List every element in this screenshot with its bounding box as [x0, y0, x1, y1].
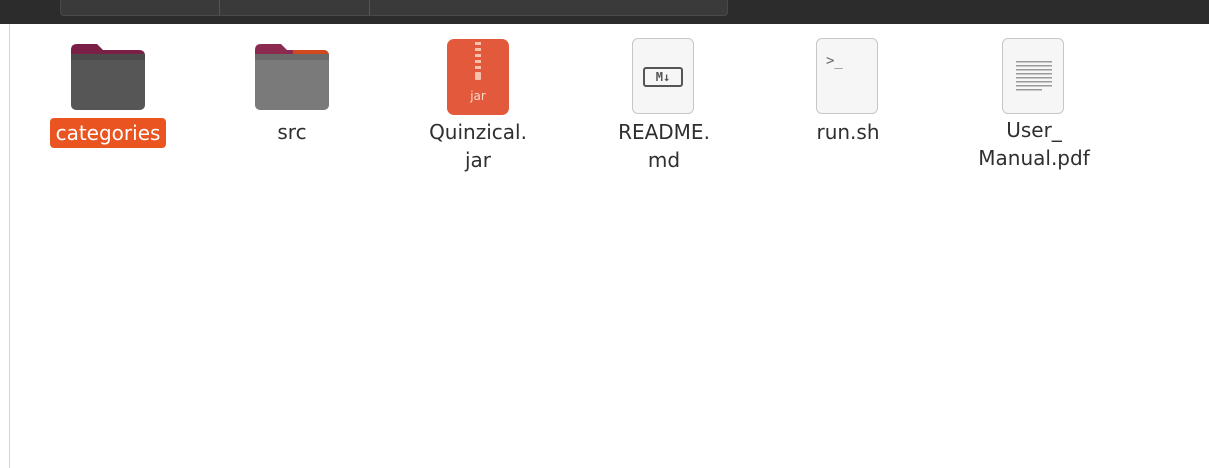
shell-prompt: >_: [826, 53, 843, 69]
file-name: Quinzical. jar: [429, 120, 527, 172]
file-grid: categories src jar Quinzical. jar M↓ REA…: [0, 24, 1209, 468]
file-item-src[interactable]: src: [222, 38, 362, 146]
folder-icon: [71, 44, 145, 110]
file-item-pdf[interactable]: User_ Manual.pdf: [964, 38, 1104, 172]
tab-separator: [369, 0, 370, 15]
text-lines: [1016, 61, 1052, 91]
tab-strip[interactable]: [60, 0, 728, 16]
terminal-icon: >_: [816, 38, 878, 114]
file-name: README. md: [618, 120, 710, 172]
icon-text: jar: [469, 89, 486, 103]
file-name: src: [277, 120, 307, 144]
file-name: run.sh: [816, 120, 880, 144]
markdown-icon: M↓: [632, 38, 694, 114]
archive-icon: jar: [447, 39, 509, 115]
document-icon: [1002, 38, 1064, 114]
file-name: User_ Manual.pdf: [978, 118, 1090, 170]
file-item-categories[interactable]: categories: [38, 38, 178, 148]
title-bar: [0, 0, 1209, 24]
file-name: categories: [49, 118, 167, 148]
tab-separator: [219, 0, 220, 15]
folder-icon: [255, 44, 329, 110]
file-item-readme[interactable]: M↓ README. md: [594, 38, 734, 174]
file-item-jar[interactable]: jar Quinzical. jar: [408, 38, 548, 174]
file-item-runsh[interactable]: >_ run.sh: [778, 38, 918, 146]
markdown-badge: M↓: [643, 67, 683, 87]
